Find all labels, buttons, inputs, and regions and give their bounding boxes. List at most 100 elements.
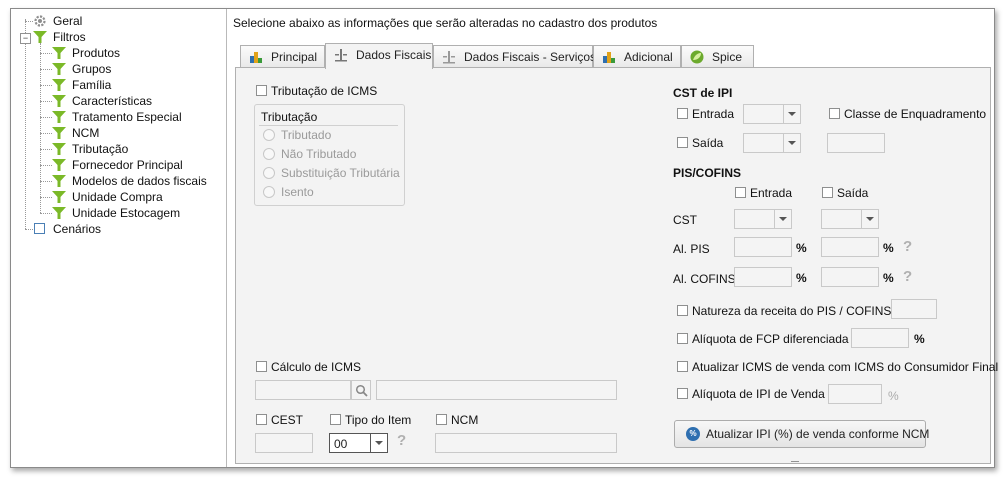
tab-spice[interactable]: Spice xyxy=(681,45,754,67)
tree-item-label: NCM xyxy=(72,126,100,140)
bar-chart-icon xyxy=(250,52,262,63)
tree-line xyxy=(25,229,33,230)
chevron-down-icon xyxy=(783,105,800,123)
ipi-venda-input[interactable] xyxy=(828,384,882,404)
pis-entrada-label: Entrada xyxy=(750,186,793,200)
pis-cofins-title: PIS/COFINS xyxy=(673,166,742,180)
calculo-icms-description-input[interactable] xyxy=(376,380,617,400)
chevron-down-icon xyxy=(774,210,791,228)
al-pis-saida-input[interactable] xyxy=(821,237,879,257)
cst-ipi-entrada-checkbox[interactable] xyxy=(677,108,688,119)
tab-dados-fiscais-servicos[interactable]: Dados Fiscais - Serviços xyxy=(433,45,596,67)
tree-item-label: Unidade Estocagem xyxy=(72,206,181,220)
classe-enquadramento-input[interactable] xyxy=(827,133,885,153)
help-icon[interactable]: ? xyxy=(903,238,912,255)
funnel-icon xyxy=(52,207,66,219)
tree-item-unidade-estocagem[interactable]: Unidade Estocagem xyxy=(52,205,222,221)
fcp-checkbox[interactable] xyxy=(677,333,688,344)
ncm-input[interactable] xyxy=(435,433,617,453)
tipo-item-select[interactable]: 00 xyxy=(329,433,388,453)
tab-adicional[interactable]: Adicional xyxy=(593,45,681,67)
collapse-toggle[interactable]: − xyxy=(20,33,31,44)
divider xyxy=(259,125,398,126)
al-cofins-entrada-input[interactable] xyxy=(734,267,792,287)
tree-item-ncm[interactable]: NCM xyxy=(52,125,222,141)
pis-saida-checkbox[interactable] xyxy=(822,187,833,198)
pis-saida-label: Saída xyxy=(837,186,869,200)
al-cofins-saida-input[interactable] xyxy=(821,267,879,287)
tree-item-unidade-compra[interactable]: Unidade Compra xyxy=(52,189,222,205)
fcp-label: Alíquota de FCP diferenciada xyxy=(692,332,849,346)
cst-ipi-saida-select[interactable] xyxy=(743,133,801,153)
tributacao-icms-checkbox[interactable] xyxy=(256,85,267,96)
tree-item-label: Filtros xyxy=(53,30,86,44)
fcp-input[interactable] xyxy=(851,328,909,348)
tree-item-grupos[interactable]: Grupos xyxy=(52,61,222,77)
calculo-icms-checkbox[interactable] xyxy=(256,361,267,372)
funnel-icon xyxy=(52,191,66,203)
cest-input[interactable] xyxy=(255,433,313,453)
scale-icon xyxy=(443,51,455,64)
tree-item-label: Grupos xyxy=(72,62,112,76)
tipo-item-value: 00 xyxy=(334,437,348,451)
tab-principal[interactable]: Principal xyxy=(240,45,325,67)
isento-radio[interactable] xyxy=(263,186,275,198)
calculo-icms-code-input[interactable] xyxy=(255,380,351,400)
tree-item-cenarios[interactable]: Cenários xyxy=(33,221,183,237)
tree-item-fornecedor-principal[interactable]: Fornecedor Principal xyxy=(52,157,222,173)
percent-icon: % xyxy=(686,427,700,441)
tree-item-filtros[interactable]: Filtros xyxy=(33,29,183,45)
tree-line xyxy=(40,53,52,54)
square-icon xyxy=(34,223,45,234)
cst-ipi-entrada-select[interactable] xyxy=(743,104,801,124)
percent-label: % xyxy=(914,332,925,346)
funnel-icon xyxy=(52,127,66,139)
tree-item-tributacao[interactable]: Tributação xyxy=(52,141,222,157)
tributacao-group-label: Tributação xyxy=(261,110,318,124)
al-cofins-label: Al. COFINS xyxy=(673,272,736,286)
cest-checkbox[interactable] xyxy=(256,414,267,425)
ncm-checkbox[interactable] xyxy=(436,414,447,425)
percent-label: % xyxy=(888,389,899,403)
tree-item-geral[interactable]: Geral xyxy=(33,13,183,29)
atualizar-icms-checkbox[interactable] xyxy=(677,361,688,372)
tab-label: Principal xyxy=(271,50,318,64)
tree-item-label: Produtos xyxy=(72,46,121,60)
tab-dados-fiscais[interactable]: Dados Fiscais xyxy=(325,43,433,69)
funnel-icon xyxy=(52,111,66,123)
tree-item-produtos[interactable]: Produtos xyxy=(52,45,222,61)
help-icon[interactable]: ? xyxy=(903,268,912,285)
chevron-down-icon xyxy=(783,134,800,152)
pis-cst-entrada-select[interactable] xyxy=(734,209,792,229)
nao-tributado-radio[interactable] xyxy=(263,148,275,160)
cst-ipi-saida-checkbox[interactable] xyxy=(677,137,688,148)
calculo-search-button[interactable] xyxy=(351,380,371,400)
ipi-venda-label: Alíquota de IPI de Venda xyxy=(692,387,825,401)
atualizar-ipi-ncm-button[interactable]: % Atualizar IPI (%) de venda conforme NC… xyxy=(674,420,930,448)
funnel-icon xyxy=(52,63,66,75)
natureza-receita-checkbox[interactable] xyxy=(677,305,688,316)
tree-line xyxy=(40,85,52,86)
atualizar-ipi-ncm-button-label: Atualizar IPI (%) de venda conforme NCM xyxy=(706,427,930,441)
tree-line xyxy=(40,213,52,214)
classe-enquadramento-label: Classe de Enquadramento xyxy=(844,107,987,121)
tree-line xyxy=(40,181,52,182)
help-icon[interactable]: ? xyxy=(397,432,406,449)
tributado-radio[interactable] xyxy=(263,129,275,141)
pis-cst-saida-select[interactable] xyxy=(821,209,879,229)
tree-item-familia[interactable]: Família xyxy=(52,77,222,93)
natureza-receita-input[interactable] xyxy=(891,299,937,319)
pis-entrada-checkbox[interactable] xyxy=(735,187,746,198)
tree-item-modelos-dados-fiscais[interactable]: Modelos de dados fiscais xyxy=(52,173,222,189)
ipi-venda-checkbox[interactable] xyxy=(677,388,688,399)
classe-enquadramento-checkbox[interactable] xyxy=(829,108,840,119)
tree-item-caracteristicas[interactable]: Características xyxy=(52,93,222,109)
tree-line xyxy=(40,101,52,102)
search-icon xyxy=(355,384,368,397)
tree-item-tratamento-especial[interactable]: Tratamento Especial xyxy=(52,109,222,125)
substituicao-tributaria-radio[interactable] xyxy=(263,167,275,179)
al-pis-entrada-input[interactable] xyxy=(734,237,792,257)
instructions-text: Selecione abaixo as informações que serã… xyxy=(233,16,658,30)
isento-label: Isento xyxy=(281,185,314,199)
tipo-item-checkbox[interactable] xyxy=(330,414,341,425)
